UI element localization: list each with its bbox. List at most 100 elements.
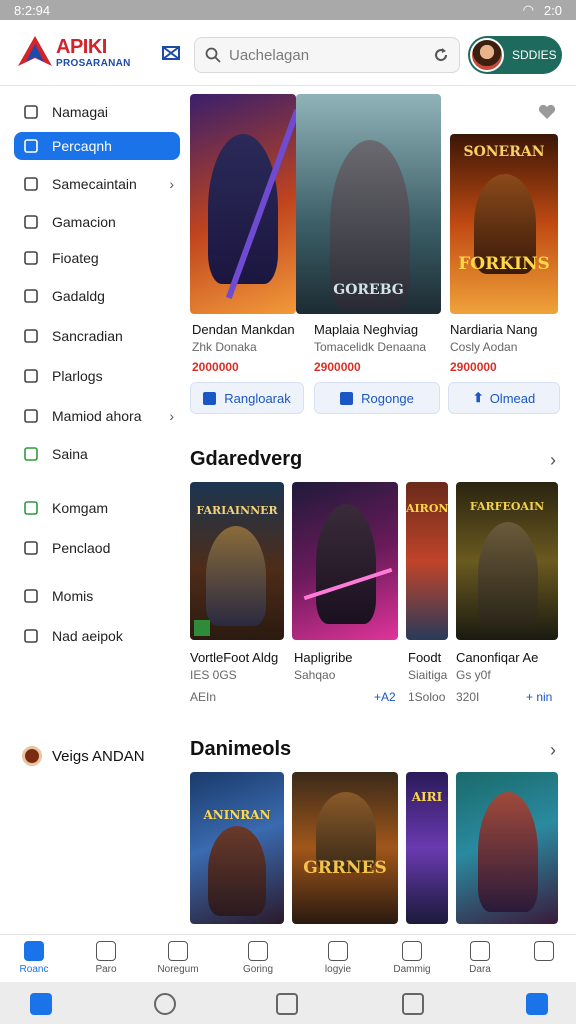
section1-card-4[interactable]: FARFEOAIN bbox=[456, 482, 558, 640]
search-input[interactable]: Uachelagan bbox=[229, 47, 433, 64]
section1-card-3-art-title: AIRON bbox=[406, 502, 448, 515]
battery-level: 2:0 bbox=[543, 2, 562, 18]
section1-sub-3: Siaitiga bbox=[408, 668, 448, 682]
search-icon bbox=[205, 47, 221, 63]
bottom-nav: Roanc Paro Noregum Goring logyie Dammig Dara bbox=[0, 934, 576, 982]
sidebar-item-7[interactable]: Plarlogs bbox=[14, 362, 180, 390]
sidebar-item-label: Plarlogs bbox=[52, 368, 103, 384]
featured-button-3[interactable]: ⬆ Olmead bbox=[448, 382, 560, 414]
nav-icon bbox=[24, 941, 44, 961]
bottom-nav-item-1[interactable]: Paro bbox=[74, 941, 138, 975]
bottom-nav-label: logyie bbox=[324, 964, 352, 975]
bottom-nav-label: Dara bbox=[469, 964, 491, 975]
chevron-right-icon[interactable]: › bbox=[550, 450, 556, 471]
section1-title-1[interactable]: VortleFoot Aldg bbox=[190, 650, 288, 665]
sidebar-item-0[interactable]: Namagai bbox=[14, 98, 180, 126]
section2-card-4[interactable] bbox=[456, 772, 558, 924]
expand-icon[interactable] bbox=[160, 42, 182, 64]
sidebar-item-9[interactable]: Saina bbox=[14, 440, 180, 468]
section2-card-3[interactable]: AIRI bbox=[406, 772, 448, 924]
check-icon bbox=[22, 499, 40, 517]
profile-icon bbox=[22, 746, 42, 766]
sidebar-item-10[interactable]: Komgam bbox=[14, 494, 180, 522]
section1-card-3[interactable]: AIRON bbox=[406, 482, 448, 640]
chevron-right-icon: › bbox=[169, 176, 174, 192]
bottom-nav-label: Roanc bbox=[19, 964, 49, 975]
square-icon[interactable] bbox=[526, 993, 548, 1015]
circle-dot-icon bbox=[22, 627, 40, 645]
bottom-nav-item-6[interactable]: Dara bbox=[448, 941, 512, 975]
featured-title-3[interactable]: Nardiaria Nang bbox=[450, 322, 560, 337]
featured-button-1[interactable]: Rangloarak bbox=[190, 382, 304, 414]
featured-banner-left[interactable] bbox=[190, 94, 296, 314]
section2-card-2[interactable]: GRRNES bbox=[292, 772, 398, 924]
sidebar-item-13[interactable]: Nad aeipok bbox=[14, 622, 180, 650]
window-icon[interactable] bbox=[276, 993, 298, 1015]
sidebar-item-5[interactable]: Gadaldg bbox=[14, 282, 180, 310]
bottom-nav-label: Paro bbox=[95, 964, 117, 975]
featured-banner-middle[interactable]: GOREBG bbox=[296, 94, 441, 314]
heart-icon[interactable] bbox=[538, 104, 556, 120]
download-icon: ⬆ bbox=[472, 390, 484, 405]
section1-sub-4: Gs y0f bbox=[456, 668, 491, 682]
bottom-nav-item-4[interactable]: logyie bbox=[306, 941, 370, 975]
section1-meta-1: AEIn bbox=[190, 690, 217, 704]
compass-icon bbox=[22, 587, 40, 605]
bottom-nav-item-5[interactable]: Dammig bbox=[380, 941, 444, 975]
app-header: APIKI PROSARANAN Uachelagan SDDIES bbox=[0, 20, 576, 86]
badge-icon bbox=[194, 620, 210, 636]
featured-title-2[interactable]: Maplaia Neghviag bbox=[314, 322, 440, 337]
chevron-right-icon: › bbox=[169, 408, 174, 424]
document-icon bbox=[22, 137, 40, 155]
section1-card-1[interactable]: FARIAINNER bbox=[190, 482, 284, 640]
featured-price-3: 2900000 bbox=[450, 360, 497, 374]
chevron-right-icon[interactable]: › bbox=[550, 740, 556, 761]
sidebar-item-label: Sancradian bbox=[52, 328, 123, 344]
section1-title-4[interactable]: Canonfiqar Ae bbox=[456, 650, 560, 665]
system-nav-bar bbox=[0, 982, 576, 1024]
featured-title-1[interactable]: Dendan Mankdan bbox=[192, 322, 302, 337]
sidebar-item-6[interactable]: Sancradian bbox=[14, 322, 180, 350]
section1-card-2[interactable] bbox=[292, 482, 398, 640]
section2-card-1[interactable]: ANINRAN bbox=[190, 772, 284, 924]
sidebar-item-3[interactable]: Gamacion bbox=[14, 208, 180, 236]
section-title-1: Gdaredverg bbox=[190, 448, 303, 470]
sidebar-footer[interactable]: Veigs ANDAN bbox=[22, 746, 145, 766]
bottom-nav-item-2[interactable]: Noregum bbox=[146, 941, 210, 975]
nav-icon bbox=[328, 941, 348, 961]
featured-sub-2: Tomacelidk Denaana bbox=[314, 340, 427, 354]
featured-banner-right[interactable]: SONERAN FORKINS bbox=[450, 134, 558, 314]
sidebar-item-1[interactable]: Percaqnh bbox=[14, 132, 180, 160]
featured-banner-right-subtitle: FORKINS bbox=[458, 254, 550, 274]
refresh-icon[interactable] bbox=[433, 47, 449, 63]
search-icon[interactable] bbox=[154, 993, 176, 1015]
sidebar-item-2[interactable]: Samecaintain › bbox=[14, 170, 180, 198]
section-title-2: Danimeols bbox=[190, 738, 292, 760]
bottom-nav-item-3[interactable]: Goring bbox=[226, 941, 290, 975]
section2-card-2-art-title: GRRNES bbox=[303, 858, 387, 878]
profile-button[interactable]: SDDIES bbox=[468, 36, 562, 74]
sidebar-item-12[interactable]: Momis bbox=[14, 582, 180, 610]
nav-icon bbox=[96, 941, 116, 961]
status-bar: 8:2:94 ◠ 2:0 bbox=[0, 0, 576, 20]
home-icon[interactable] bbox=[30, 993, 52, 1015]
bottom-nav-item-0[interactable]: Roanc bbox=[2, 941, 66, 975]
app-logo[interactable]: APIKI PROSARANAN bbox=[18, 34, 144, 74]
nav-icon bbox=[534, 941, 554, 961]
sidebar-item-8[interactable]: Mamiod ahora › bbox=[14, 402, 180, 430]
calendar-icon[interactable] bbox=[402, 993, 424, 1015]
bottom-nav-label: Noregum bbox=[157, 964, 199, 975]
logo-text: APIKI bbox=[56, 36, 107, 58]
pin-icon bbox=[22, 367, 40, 385]
bottom-nav-item-7[interactable] bbox=[512, 941, 576, 964]
section1-sub-2: Sahqao bbox=[294, 668, 336, 682]
sidebar-item-11[interactable]: Penclaod bbox=[14, 534, 180, 562]
sidebar-item-4[interactable]: Fioateg bbox=[14, 244, 180, 272]
search-bar[interactable]: Uachelagan bbox=[194, 37, 460, 73]
logo-mark-icon bbox=[18, 36, 52, 66]
section2-card-3-art-title: AIRI bbox=[411, 790, 443, 804]
sidebar-item-label: Komgam bbox=[52, 500, 109, 516]
section1-title-3[interactable]: Foodt bbox=[408, 650, 454, 665]
featured-button-2[interactable]: Rogonge bbox=[314, 382, 440, 414]
section1-title-2[interactable]: Hapligribe bbox=[294, 650, 400, 665]
